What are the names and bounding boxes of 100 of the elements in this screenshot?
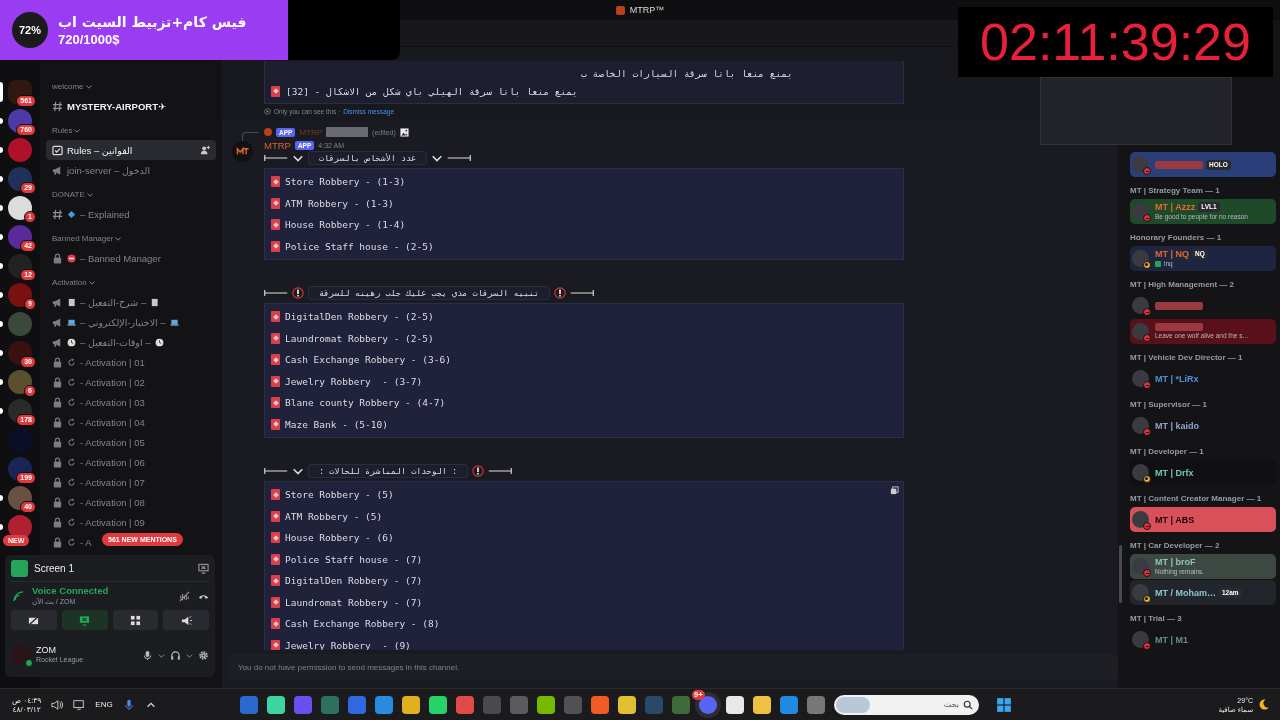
server-icon[interactable] [8,225,32,249]
voice-status[interactable]: Voice Connected [32,585,171,596]
channel-item[interactable]: - Activation | 04 [46,412,151,432]
channel-item[interactable]: – الاختبار-الإلكتروني – [46,312,185,332]
alert-icon [292,287,304,299]
list-item: Laundromat Robbery - (7) [285,596,423,608]
member-name: MT | NQ [1155,248,1189,259]
bullet-icon [271,397,280,409]
category-header[interactable]: Banned Manager [40,230,222,248]
server-icon[interactable] [8,283,32,307]
list-item: Police Staff house - (2-5) [285,240,434,252]
server-icon[interactable] [8,399,32,423]
bracket-line-icon [264,289,288,297]
settings-icon[interactable] [198,649,209,661]
channel-item[interactable]: - Activation | 08 [46,492,151,512]
server-icon[interactable] [8,167,32,191]
microphone-icon[interactable] [122,698,135,711]
monitor-icon[interactable] [73,698,86,711]
channel-item[interactable]: - Activation | 06 [46,452,151,472]
app-icon[interactable] [402,695,420,714]
screen-share-button[interactable] [61,610,108,630]
channel-item[interactable]: - Activation | 03 [46,392,151,412]
category-header[interactable]: DONATE [40,186,222,204]
user-avatar[interactable] [11,645,31,665]
channel-item[interactable]: – Explained [46,204,136,224]
clock-icon [154,337,164,347]
mt-logo-icon [235,147,250,156]
member-item[interactable]: MT | Drfx [1130,460,1276,485]
stop-stream-icon[interactable] [198,562,209,574]
server-icon[interactable] [8,370,32,394]
caret-icon[interactable] [158,651,165,659]
language-indicator[interactable]: ENG [95,700,113,709]
channel-item[interactable]: - A [46,532,98,552]
server-logo-icon [615,5,625,15]
noise-suppression-icon[interactable] [179,590,190,602]
member-item[interactable]: MT | *LiRx [1130,366,1276,391]
grid-icon [129,614,141,626]
server-icon[interactable] [8,486,32,510]
channel-item[interactable]: join-server – الدخول [46,160,157,180]
copy-icon[interactable] [890,486,899,495]
moon-icon[interactable] [1257,698,1270,711]
channel-item[interactable]: - Activation | 07 [46,472,151,492]
bullet-icon [271,489,280,501]
category-header[interactable]: Activation [40,274,222,292]
server-icon[interactable] [8,196,32,220]
app-icon[interactable] [726,695,744,714]
checkbox-icon [52,144,63,156]
channel-item[interactable]: Rules – القوانين [46,140,216,160]
channel-item[interactable]: MYSTERY-AIRPORT✈ [46,96,172,116]
role-heading: MT | Supervisor — 1 [1130,399,1208,411]
member-item[interactable]: MT | ABS [1130,507,1276,532]
bullet-icon [271,510,280,522]
channel-item[interactable]: - Activation | 01 [46,352,151,372]
search-field[interactable]: بحث [834,694,979,715]
bot-avatar[interactable] [232,141,253,162]
speaker-icon[interactable] [51,698,64,711]
bullet-icon [271,197,280,209]
app-icon[interactable] [537,695,555,714]
server-icon[interactable] [8,457,32,481]
channel-item[interactable]: – شرح-التفعيل – [46,292,166,312]
app-icon[interactable] [429,695,447,714]
start-icon[interactable] [996,696,1012,713]
laptop-icon [169,317,179,327]
camera-button[interactable] [11,610,57,630]
add-member-icon[interactable] [200,145,210,155]
category-header[interactable]: Rules [40,122,222,140]
server-icon[interactable] [8,341,32,365]
app-icon[interactable] [753,695,771,714]
section-heading: تنبيه السرقات مذي يجب عليك جلب رهينه للسرقة [308,286,551,300]
server-icon[interactable] [8,109,32,133]
member-item[interactable]: MT | M1 [1130,627,1276,652]
activities-button[interactable] [112,610,159,630]
server-icon[interactable] [8,254,32,278]
lock-icon [52,416,63,428]
channel-item[interactable]: - Activation | 02 [46,372,151,392]
username: ZOM [36,645,57,655]
diamond-icon [67,209,76,219]
channel-item[interactable]: - Activation | 05 [46,432,151,452]
list-item: DigitalDen Robbery - (2-5) [285,311,434,323]
app-icon[interactable] [618,695,636,714]
caret-icon[interactable] [186,651,193,659]
category-header[interactable]: welcome [40,78,222,96]
channel-item[interactable]: – اوقات-التفعيل – [46,332,170,352]
member-name: MT | Drfx [1155,467,1194,478]
channel-item[interactable]: - Activation | 09 [46,512,151,532]
reload-icon [67,477,76,487]
role-heading: MT | Developer — 1 [1130,446,1205,458]
eye-icon [264,108,271,115]
member-item[interactable]: MT | kaido [1130,413,1276,438]
reload-icon [67,417,76,427]
scrollbar-thumb[interactable] [1119,545,1122,603]
author-name[interactable]: MTRP [264,139,291,151]
channel-item[interactable]: – Banned Manager [46,248,167,268]
soundboard-button[interactable] [163,610,209,630]
headphones-icon[interactable] [170,649,181,661]
server-icon[interactable] [8,80,32,104]
app-icon[interactable] [267,695,285,714]
blurred-name [1155,160,1203,169]
microphone-icon[interactable] [142,649,153,661]
caret-icon [85,85,92,89]
